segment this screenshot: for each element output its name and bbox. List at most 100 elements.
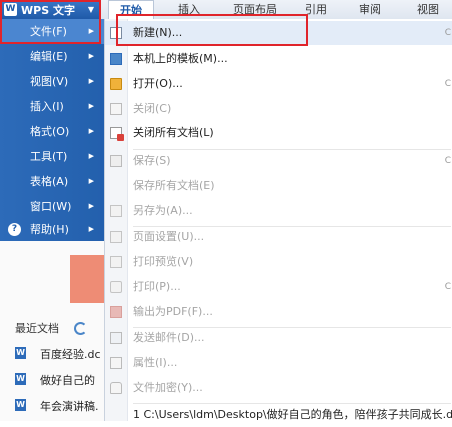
main-menu-item-view[interactable]: 视图(V) ▶	[0, 69, 104, 94]
main-menu-item-tools[interactable]: 工具(T) ▶	[0, 144, 104, 169]
shortcut-fragment: C	[444, 28, 451, 38]
tab-review[interactable]: 审阅	[350, 0, 390, 19]
word-document-icon: W	[15, 347, 26, 359]
shortcut-fragment: C	[444, 282, 451, 292]
menu-item-label: 关闭(C)	[133, 102, 172, 115]
menu-item-label: 另存为(A)...	[133, 204, 193, 217]
mail-icon	[110, 332, 122, 344]
main-menu-item-edit[interactable]: 编辑(E) ▶	[0, 44, 104, 69]
menu-item-label: 新建(N)...	[133, 26, 183, 39]
menu-item-label: 打印(P)...	[133, 280, 181, 293]
menu-item-label: 打开(O)...	[133, 77, 183, 90]
new-document-icon	[110, 27, 122, 39]
recent-doc-label: 百度经验.dc	[40, 348, 101, 361]
tab-references[interactable]: 引用	[296, 0, 336, 19]
main-menu-item-help[interactable]: ? 帮助(H) ▶	[0, 217, 104, 242]
menu-item-label: 输出为PDF(F)...	[133, 305, 213, 318]
properties-icon	[110, 357, 122, 369]
print-preview-icon	[110, 256, 122, 268]
menu-item-send-mail[interactable]: 发送邮件(D)...	[105, 326, 452, 350]
pdf-icon	[110, 306, 122, 318]
chevron-right-icon: ▶	[88, 177, 94, 185]
encrypt-icon	[110, 382, 122, 394]
template-icon	[110, 53, 122, 65]
main-menu-item-label: 窗口(W)	[30, 200, 72, 213]
menu-item-close[interactable]: 关闭(C)	[105, 97, 452, 121]
chevron-right-icon: ▶	[88, 102, 94, 110]
chevron-down-icon: ▼	[87, 5, 94, 14]
wps-logo-icon: W	[4, 3, 17, 16]
main-menu-item-insert[interactable]: 插入(I) ▶	[0, 94, 104, 119]
menu-item-label: 文件加密(Y)...	[133, 381, 203, 394]
chevron-right-icon: ▶	[88, 225, 94, 233]
main-menu-item-file[interactable]: 文件(F) ▶	[0, 19, 104, 44]
tab-home[interactable]: 开始	[108, 0, 154, 19]
save-as-icon	[110, 205, 122, 217]
tab-view[interactable]: 视图	[408, 0, 448, 19]
shortcut-fragment: C	[444, 79, 451, 89]
shortcut-fragment: C	[444, 156, 451, 166]
menu-item-label: 关闭所有文档(L)	[133, 126, 214, 139]
main-menu-item-label: 编辑(E)	[30, 50, 68, 63]
recent-doc-label: 做好自己的	[40, 374, 95, 387]
wps-app-menu-button[interactable]: W WPS 文字 ▼	[0, 0, 100, 19]
page-setup-icon	[110, 231, 122, 243]
menu-item-export-pdf[interactable]: 输出为PDF(F)...	[105, 300, 452, 324]
menu-item-save-all[interactable]: 保存所有文档(E)	[105, 174, 452, 198]
help-icon: ?	[8, 223, 21, 236]
wps-app-menu-label: WPS 文字	[21, 3, 75, 17]
menu-item-label: 1 C:\Users\ldm\Desktop\做好自己的角色，陪伴孩子共同成长.…	[133, 408, 452, 421]
menu-item-local-templates[interactable]: 本机上的模板(M)...	[105, 47, 452, 71]
menu-item-new[interactable]: 新建(N)... C	[105, 21, 452, 45]
recent-docs-title: 最近文档	[15, 322, 59, 335]
menu-item-label: 保存所有文档(E)	[133, 179, 215, 192]
tab-insert[interactable]: 插入	[164, 0, 214, 19]
menu-item-label: 页面设置(U)...	[133, 230, 205, 243]
chevron-right-icon: ▶	[88, 152, 94, 160]
open-folder-icon	[110, 78, 122, 90]
main-menu-item-label: 插入(I)	[30, 100, 64, 113]
menu-item-label: 本机上的模板(M)...	[133, 52, 228, 65]
document-thumbnail	[70, 255, 104, 303]
ribbon-tab-bar: W WPS 文字 ▼ 开始 插入 页面布局 引用 审阅 视图	[0, 0, 452, 20]
word-document-icon: W	[15, 399, 26, 411]
main-menu: 文件(F) ▶ 编辑(E) ▶ 视图(V) ▶ 插入(I) ▶ 格式(O) ▶ …	[0, 19, 104, 241]
main-menu-item-table[interactable]: 表格(A) ▶	[0, 169, 104, 194]
chevron-right-icon: ▶	[88, 52, 94, 60]
menu-item-save[interactable]: 保存(S) C	[105, 149, 452, 173]
menu-item-print[interactable]: 打印(P)... C	[105, 275, 452, 299]
print-icon	[110, 281, 122, 293]
recent-doc-item[interactable]: W 做好自己的	[15, 372, 105, 388]
main-menu-item-label: 帮助(H)	[30, 223, 69, 236]
menu-item-label: 保存(S)	[133, 154, 171, 167]
chevron-right-icon: ▶	[88, 127, 94, 135]
main-menu-item-label: 格式(O)	[30, 125, 70, 138]
chevron-right-icon: ▶	[88, 27, 94, 35]
file-submenu: 新建(N)... C 本机上的模板(M)... 打开(O)... C 关闭(C)…	[104, 19, 452, 421]
main-menu-item-format[interactable]: 格式(O) ▶	[0, 119, 104, 144]
recent-doc-item[interactable]: W 年会演讲稿.	[15, 398, 105, 414]
word-document-icon: W	[15, 373, 26, 385]
menu-item-encrypt[interactable]: 文件加密(Y)...	[105, 376, 452, 400]
menu-item-label: 发送邮件(D)...	[133, 331, 205, 344]
menu-item-print-preview[interactable]: 打印预览(V)	[105, 250, 452, 274]
main-menu-item-window[interactable]: 窗口(W) ▶	[0, 194, 104, 219]
recent-doc-label: 年会演讲稿.	[40, 400, 99, 413]
menu-item-label: 属性(I)...	[133, 356, 178, 369]
menu-item-open[interactable]: 打开(O)... C	[105, 72, 452, 96]
menu-item-save-as[interactable]: 另存为(A)...	[105, 199, 452, 223]
tab-page-layout[interactable]: 页面布局	[224, 0, 286, 19]
menu-item-properties[interactable]: 属性(I)...	[105, 351, 452, 375]
recent-doc-item[interactable]: W 百度经验.dc	[15, 346, 105, 362]
chevron-right-icon: ▶	[88, 202, 94, 210]
main-menu-item-label: 工具(T)	[30, 150, 68, 163]
menu-item-recent-file-1[interactable]: 1 C:\Users\ldm\Desktop\做好自己的角色，陪伴孩子共同成长.…	[105, 403, 452, 427]
main-menu-item-label: 表格(A)	[30, 175, 69, 188]
save-icon	[110, 155, 122, 167]
main-menu-item-label: 视图(V)	[30, 75, 69, 88]
close-all-icon	[110, 127, 124, 141]
menu-item-close-all[interactable]: 关闭所有文档(L)	[105, 121, 452, 145]
main-menu-item-label: 文件(F)	[30, 25, 67, 38]
menu-item-page-setup[interactable]: 页面设置(U)...	[105, 225, 452, 249]
refresh-icon[interactable]	[74, 322, 87, 335]
